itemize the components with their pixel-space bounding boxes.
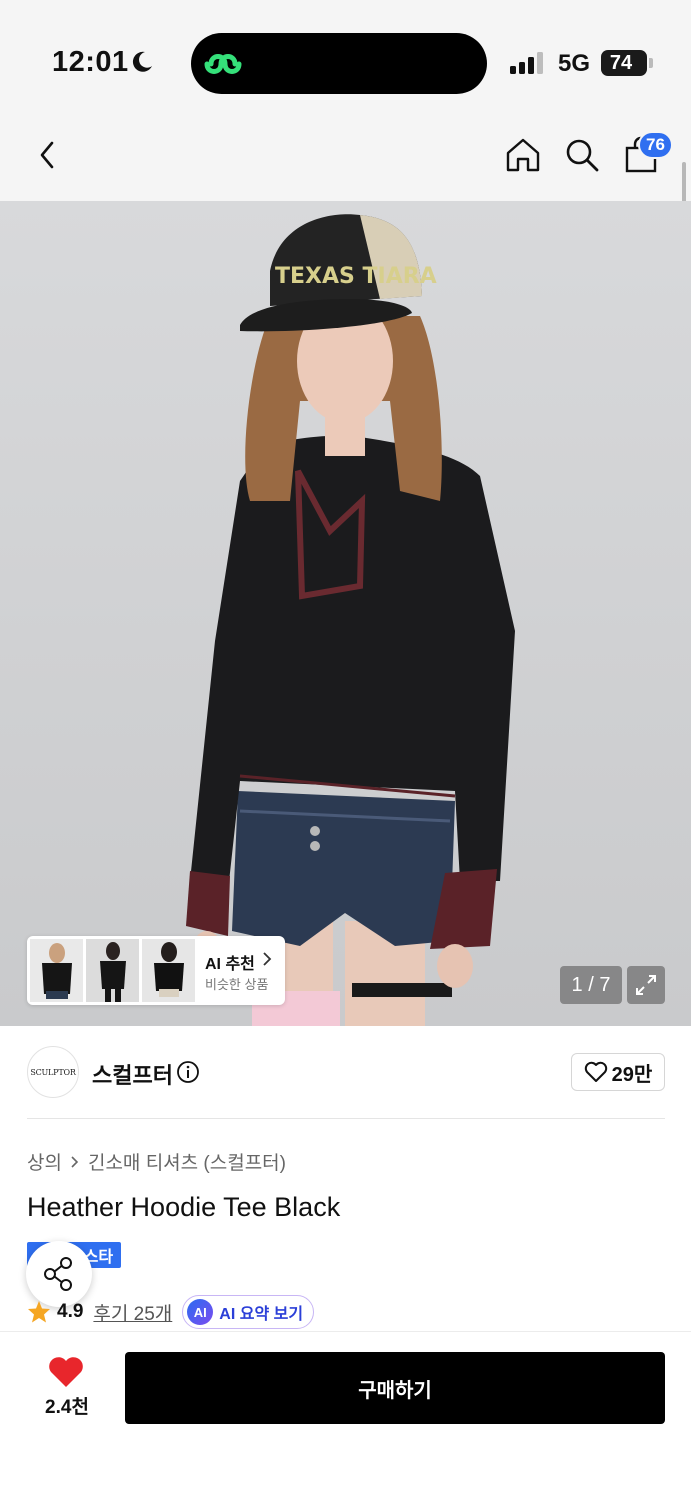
heart-outline-icon <box>584 1061 607 1082</box>
cart-count-badge: 76 <box>638 131 673 159</box>
back-icon[interactable] <box>34 137 62 173</box>
review-count-link[interactable]: 후기 25개 <box>93 1299 172 1326</box>
wish-count: 2.4천 <box>45 1397 89 1418</box>
recommend-thumb[interactable] <box>142 939 195 1002</box>
breadcrumb-subcategory[interactable]: 긴소매 티셔츠 (스컬프터) <box>88 1148 286 1175</box>
brand-like-count: 29만 <box>611 1063 653 1086</box>
buy-button[interactable]: 구매하기 <box>125 1352 665 1424</box>
expand-icon <box>636 975 656 995</box>
ai-recommend-subtitle: 비슷한 상품 <box>205 977 269 992</box>
battery-tip <box>649 58 653 68</box>
recommend-thumb[interactable] <box>30 939 83 1002</box>
ai-badge-icon: AI <box>187 1299 214 1325</box>
brand-like-button[interactable]: 29만 <box>571 1053 665 1091</box>
ai-summary-button[interactable]: AI AI 요약 보기 <box>182 1295 315 1329</box>
moon-icon <box>132 51 152 72</box>
recommend-thumb[interactable] <box>86 939 139 1002</box>
status-time: 12:01 <box>52 46 129 78</box>
expand-button[interactable] <box>627 966 665 1004</box>
product-title: Heather Hoodie Tee Black <box>27 1192 341 1222</box>
battery-icon: 74 <box>601 50 647 76</box>
chevron-right-icon <box>71 1155 79 1168</box>
app-link-icon <box>204 54 242 74</box>
star-icon <box>28 1301 50 1323</box>
cap-text: TEXAS TIARA <box>275 264 437 289</box>
breadcrumb-category[interactable]: 상의 <box>27 1148 62 1175</box>
product-image[interactable]: TEXAS TIARA <box>0 201 691 1026</box>
brand-logo[interactable]: SCULPTOR <box>27 1046 79 1098</box>
model-photo-illustration: TEXAS TIARA <box>186 214 515 1026</box>
brand-name[interactable]: 스컬프터 <box>92 1058 173 1090</box>
home-icon[interactable] <box>503 135 543 175</box>
ai-recommend-card[interactable]: AI 추천 비슷한 상품 <box>27 936 285 1005</box>
chevron-right-icon <box>263 952 272 966</box>
rating-value: 4.9 <box>57 1301 84 1322</box>
divider <box>27 1118 665 1119</box>
ai-summary-label: AI 요약 보기 <box>219 1306 304 1323</box>
heart-icon[interactable] <box>47 1355 85 1389</box>
breadcrumb: 상의 긴소매 티셔츠 (스컬프터) <box>27 1148 286 1175</box>
image-counter: 1 / 7 <box>560 966 622 1004</box>
rating-row: 4.9 후기 25개 AI AI 요약 보기 <box>27 1295 315 1329</box>
ai-recommend-title: AI 추천 <box>205 956 255 973</box>
signal-icon <box>510 52 543 74</box>
network-label: 5G <box>558 50 591 77</box>
info-icon[interactable] <box>176 1060 200 1084</box>
top-nav <box>0 125 691 201</box>
search-icon[interactable] <box>562 135 602 175</box>
